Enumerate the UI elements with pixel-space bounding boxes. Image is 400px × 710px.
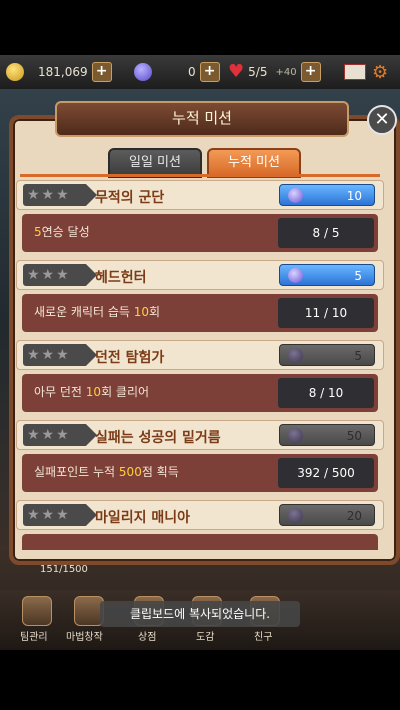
tab-underline [20, 174, 380, 177]
desc-highlight: 5 [34, 225, 42, 239]
mission-body: 새로운 캐릭터 습득 10회 11 / 10 [22, 294, 378, 332]
claim-reward-button[interactable]: 10 [279, 184, 375, 206]
mission-description: 새로운 캐릭터 습득 10회 [34, 303, 160, 320]
mail-icon [344, 64, 366, 80]
coin-icon [6, 63, 24, 81]
star-rating: ★★★ [23, 424, 97, 446]
gem-icon [288, 348, 303, 363]
mission-name: 실패는 성공의 밑거름 [95, 430, 221, 446]
mail-button[interactable] [344, 61, 366, 83]
add-hearts-button[interactable]: + [300, 62, 321, 82]
mission-item: ★★★ 실패는 성공의 밑거름 50 실패포인트 누적 500점 획득 392 … [16, 420, 384, 496]
mission-progress: 392 / 500 [278, 458, 374, 488]
reward-amount: 10 [346, 189, 362, 203]
desc-highlight: 10 [133, 305, 150, 319]
mission-list[interactable]: ★★★ 무적의 군단 10 5연승 달성 8 / 5 ★★★ 헤드헌터 5 새로… [16, 180, 384, 550]
exp-text: 151/1500 [40, 564, 88, 575]
star-rating: ★★★ [23, 344, 97, 366]
add-coins-button[interactable]: + [91, 62, 112, 82]
mission-header: ★★★ 무적의 군단 10 [16, 180, 384, 210]
game-screen: 181,069 + 0 + ♥ 5/5 +40 + ⚙ 151/1500 팀관리… [0, 0, 400, 710]
hearts-display: ♥ 5/5 +40 + [228, 61, 321, 83]
desc-text: 아무 던전 [34, 385, 86, 399]
mission-progress: 8 / 10 [278, 378, 374, 408]
claim-reward-button[interactable]: 5 [279, 264, 375, 286]
reward-badge: 20 [279, 504, 375, 526]
star-rating: ★★★ [23, 264, 97, 286]
nav-team[interactable]: 팀관리 [20, 628, 48, 643]
mission-body: 5연승 달성 8 / 5 [22, 214, 378, 252]
reward-badge: 50 [279, 424, 375, 446]
coins-value: 181,069 [38, 65, 88, 79]
mission-body [22, 534, 378, 550]
nav-magic-craft[interactable]: 마법창작 [66, 628, 103, 643]
mission-header: ★★★ 마일리지 매니아 20 [16, 500, 384, 530]
desc-text: 회 [149, 305, 161, 319]
nav-friends[interactable]: 친구 [254, 628, 272, 643]
gem-icon [288, 428, 303, 443]
close-button[interactable]: ✕ [367, 105, 397, 135]
nav-shop[interactable]: 상점 [138, 628, 156, 643]
mission-name: 헤드헌터 [95, 270, 147, 286]
reward-badge: 5 [279, 344, 375, 366]
mission-description: 아무 던전 10회 클리어 [34, 383, 149, 400]
hearts-value: 5/5 [248, 65, 268, 79]
reward-amount: 5 [354, 269, 362, 283]
resource-bar: 181,069 + 0 + ♥ 5/5 +40 + ⚙ [0, 55, 400, 89]
desc-text: 실패포인트 누적 [34, 465, 119, 479]
heart-icon: ♥ [228, 61, 245, 82]
mission-header: ★★★ 던전 탐험가 5 [16, 340, 384, 370]
mission-progress: 11 / 10 [278, 298, 374, 328]
add-gems-button[interactable]: + [199, 62, 220, 82]
close-icon: ✕ [374, 109, 390, 130]
gems-display: 0 + [134, 61, 220, 83]
mission-name: 마일리지 매니아 [95, 510, 191, 526]
star-rating: ★★★ [23, 184, 97, 206]
desc-text: 점 획득 [141, 465, 179, 479]
mission-header: ★★★ 실패는 성공의 밑거름 50 [16, 420, 384, 450]
gear-icon: ⚙ [372, 61, 389, 83]
desc-text: 연승 달성 [41, 225, 90, 239]
coins-display: 181,069 + [6, 61, 112, 83]
star-rating: ★★★ [23, 504, 97, 526]
reward-amount: 20 [346, 509, 362, 523]
mission-item: ★★★ 헤드헌터 5 새로운 캐릭터 습득 10회 11 / 10 [16, 260, 384, 336]
mission-name: 무적의 군단 [95, 190, 165, 206]
desc-text: 새로운 캐릭터 습득 [34, 305, 134, 319]
gem-icon [288, 188, 303, 203]
desc-text: 회 클리어 [101, 385, 150, 399]
mission-body: 실패포인트 누적 500점 획득 392 / 500 [22, 454, 378, 492]
mission-name: 던전 탐험가 [95, 350, 165, 366]
mission-item: ★★★ 던전 탐험가 5 아무 던전 10회 클리어 8 / 10 [16, 340, 384, 416]
popup-title: 누적 미션 [55, 101, 349, 137]
mission-item: ★★★ 마일리지 매니아 20 [16, 500, 384, 550]
gem-icon [288, 508, 303, 523]
settings-button[interactable]: ⚙ [372, 61, 388, 83]
nav-codex[interactable]: 도감 [196, 628, 214, 643]
mission-item: ★★★ 무적의 군단 10 5연승 달성 8 / 5 [16, 180, 384, 256]
reward-amount: 50 [346, 429, 362, 443]
team-icon [22, 596, 52, 626]
reward-amount: 5 [354, 349, 362, 363]
mission-description: 5연승 달성 [34, 223, 90, 240]
mission-header: ★★★ 헤드헌터 5 [16, 260, 384, 290]
mission-description: 실패포인트 누적 500점 획득 [34, 463, 179, 480]
letterbox-bottom [0, 650, 400, 710]
mission-progress: 8 / 5 [278, 218, 374, 248]
mission-body: 아무 던전 10회 클리어 8 / 10 [22, 374, 378, 412]
gem-icon [288, 268, 303, 283]
desc-highlight: 500 [118, 465, 142, 479]
desc-highlight: 10 [85, 385, 102, 399]
gems-value: 0 [188, 65, 196, 79]
gem-icon [134, 63, 152, 81]
hearts-bonus: +40 [275, 66, 297, 78]
toast-message: 클립보드에 복사되었습니다. [100, 601, 300, 627]
